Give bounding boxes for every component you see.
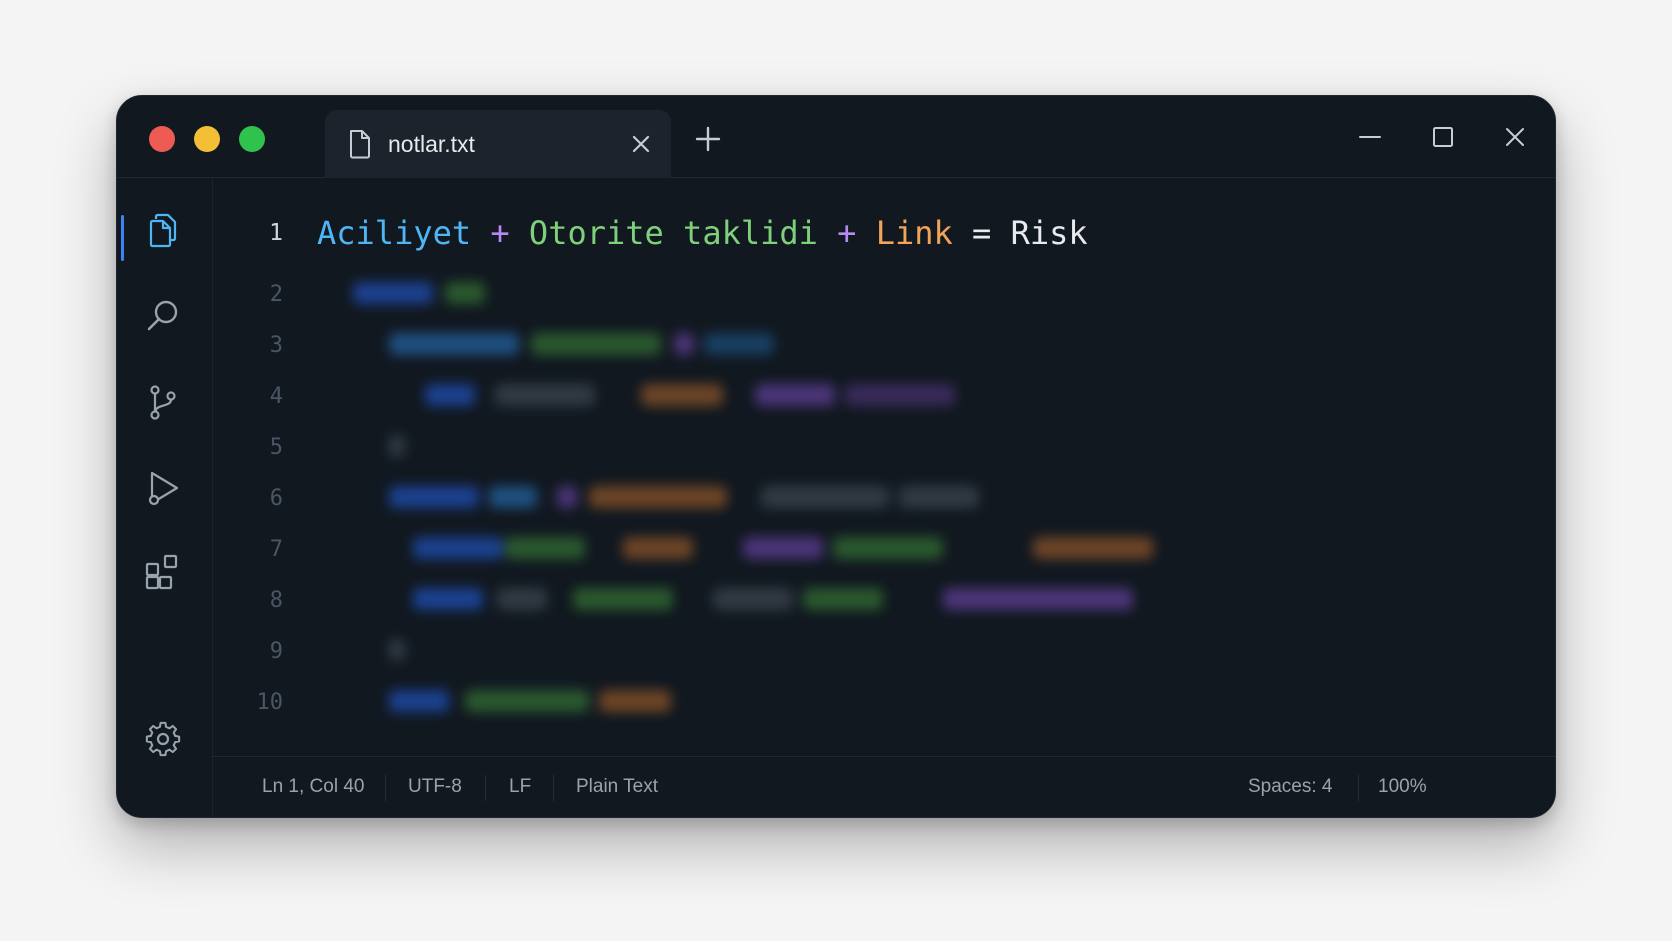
traffic-light-green[interactable] xyxy=(239,126,265,152)
extensions-icon[interactable] xyxy=(143,552,183,592)
editor-window: notlar.txt 1 2 3 4 5 6 7 8 9 10 Aciliyet… xyxy=(116,95,1556,818)
files-icon[interactable] xyxy=(143,210,183,250)
gear-icon[interactable] xyxy=(143,719,183,759)
token-otorite-taklidi: Otorite taklidi xyxy=(528,214,818,252)
line-number: 8 xyxy=(269,588,283,613)
code-line-1: Aciliyet + Otorite taklidi + Link = Risk xyxy=(317,211,1088,255)
active-indicator xyxy=(121,215,124,261)
run-icon[interactable] xyxy=(143,468,183,508)
title-bar: notlar.txt xyxy=(117,96,1555,178)
line-number: 4 xyxy=(269,384,283,409)
status-divider xyxy=(553,775,554,801)
token-link: Link xyxy=(875,214,953,252)
line-number: 5 xyxy=(269,435,283,460)
search-icon[interactable] xyxy=(143,296,183,336)
minimize-icon[interactable] xyxy=(1357,124,1383,150)
status-divider xyxy=(1358,775,1359,801)
tab-title: notlar.txt xyxy=(388,131,475,157)
file-icon xyxy=(350,130,370,159)
tab-notlar-txt[interactable]: notlar.txt xyxy=(325,110,671,178)
editor-area[interactable]: 1 2 3 4 5 6 7 8 9 10 Aciliyet + Otorite … xyxy=(213,178,1555,756)
plus-icon[interactable] xyxy=(694,125,722,153)
token-risk: Risk xyxy=(1010,214,1088,252)
blurred-code-line xyxy=(389,333,809,357)
line-number: 6 xyxy=(269,486,283,511)
token-equals: = xyxy=(972,214,992,252)
token-aciliyet: Aciliyet xyxy=(317,214,472,252)
eol-indicator[interactable]: LF xyxy=(509,773,531,801)
activity-bar xyxy=(117,178,213,817)
encoding-indicator[interactable]: UTF-8 xyxy=(408,773,462,801)
blurred-code-line xyxy=(389,690,689,714)
maximize-icon[interactable] xyxy=(1430,124,1456,150)
blurred-code-line xyxy=(389,435,409,459)
line-number: 9 xyxy=(269,639,283,664)
indentation-indicator[interactable]: Spaces: 4 xyxy=(1248,773,1333,801)
status-divider xyxy=(385,775,386,801)
traffic-light-red[interactable] xyxy=(149,126,175,152)
blurred-code-line xyxy=(353,282,553,306)
line-number: 2 xyxy=(269,282,283,307)
close-icon[interactable] xyxy=(1502,124,1528,150)
status-divider xyxy=(485,775,486,801)
token-plus: + xyxy=(490,214,510,252)
source-control-icon[interactable] xyxy=(143,382,183,422)
blurred-code-line xyxy=(425,384,985,408)
blurred-code-line xyxy=(413,537,1173,561)
status-bar: Ln 1, Col 40 UTF-8 LF Plain Text Spaces:… xyxy=(213,756,1555,817)
traffic-light-yellow[interactable] xyxy=(194,126,220,152)
zoom-level[interactable]: 100% xyxy=(1378,773,1427,801)
blurred-code-line xyxy=(413,588,1153,612)
blurred-code-line xyxy=(389,639,409,663)
line-number: 7 xyxy=(269,537,283,562)
line-number: 1 xyxy=(269,220,283,246)
token-plus: + xyxy=(837,214,857,252)
language-mode[interactable]: Plain Text xyxy=(576,773,658,801)
line-number: 3 xyxy=(269,333,283,358)
line-number: 10 xyxy=(256,690,284,715)
blurred-code-line xyxy=(389,486,1009,510)
tab-close-icon[interactable] xyxy=(629,132,653,156)
cursor-position[interactable]: Ln 1, Col 40 xyxy=(262,773,364,801)
